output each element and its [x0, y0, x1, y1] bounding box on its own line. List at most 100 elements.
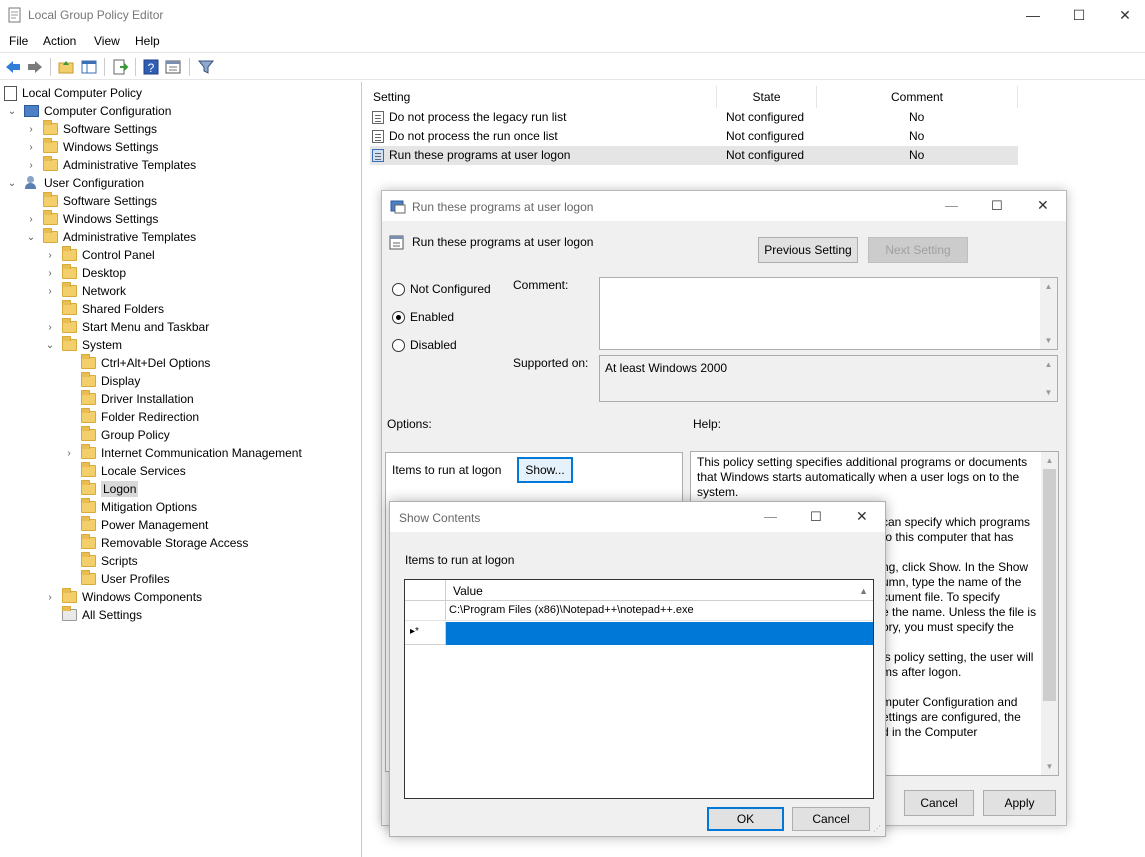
radio-not-configured[interactable]: Not Configured [392, 282, 491, 296]
radio-enabled[interactable]: Enabled [392, 310, 454, 324]
chevron-right-icon[interactable]: › [25, 142, 37, 153]
tree-node-removable-storage[interactable]: Removable Storage Access [63, 534, 248, 552]
tree-node-uc-software-settings[interactable]: Software Settings [25, 192, 157, 210]
back-arrow-icon[interactable] [4, 58, 22, 76]
tree-node-power-management[interactable]: Power Management [63, 516, 208, 534]
apply-button[interactable]: Apply [983, 790, 1056, 816]
tree-node-scripts[interactable]: Scripts [63, 552, 138, 570]
help-icon[interactable]: ? [142, 58, 160, 76]
chevron-right-icon[interactable]: › [63, 448, 75, 459]
tree-node-all-settings[interactable]: All Settings [44, 606, 142, 624]
chevron-right-icon[interactable]: › [25, 160, 37, 171]
chevron-right-icon[interactable]: › [44, 592, 56, 603]
resize-grip-icon[interactable]: ⋰ [873, 824, 883, 834]
tree-node-uc-admin-templates[interactable]: ⌄ Administrative Templates [25, 228, 196, 246]
open-folder-icon [81, 480, 96, 495]
tree-node-folder-redirection[interactable]: Folder Redirection [63, 408, 199, 426]
show-hide-tree-icon[interactable] [80, 58, 98, 76]
policy-cancel-button[interactable]: Cancel [904, 790, 974, 816]
tree-node-start-menu[interactable]: › Start Menu and Taskbar [44, 318, 209, 336]
grid-new-row[interactable]: ▸* [405, 622, 873, 645]
close-button[interactable]: ✕ [856, 508, 868, 525]
tree-node-windows-components[interactable]: › Windows Components [44, 588, 202, 606]
help-line: system. [697, 485, 739, 499]
tree-node-display[interactable]: Display [63, 372, 140, 390]
chevron-right-icon[interactable]: › [25, 214, 37, 225]
tree-node-cc-software-settings[interactable]: › Software Settings [25, 120, 157, 138]
chevron-down-icon[interactable]: ⌄ [44, 340, 56, 351]
tree-node-network[interactable]: › Network [44, 282, 126, 300]
comment-scrollbar[interactable]: ▲ ▼ [1040, 278, 1057, 349]
list-row[interactable]: Do not process the run once list Not con… [370, 127, 1018, 146]
next-setting-button[interactable]: Next Setting [868, 237, 968, 263]
tree-node-mitigation-options[interactable]: Mitigation Options [63, 498, 197, 516]
tree-node-user-configuration[interactable]: ⌄ User Configuration [6, 174, 144, 192]
user-icon [24, 176, 39, 190]
tree-node-driver-installation[interactable]: Driver Installation [63, 390, 194, 408]
new-value-cell[interactable] [446, 622, 873, 645]
previous-setting-button[interactable]: Previous Setting [758, 237, 858, 263]
grid-row[interactable]: C:\Program Files (x86)\Notepad++\notepad… [405, 601, 873, 621]
properties-view-icon[interactable] [164, 58, 182, 76]
show-button[interactable]: Show... [517, 457, 573, 483]
tree-node-user-profiles[interactable]: User Profiles [63, 570, 170, 588]
chevron-down-icon[interactable]: ⌄ [6, 106, 18, 117]
column-header-state[interactable]: State [717, 86, 817, 108]
chevron-right-icon[interactable]: › [44, 286, 56, 297]
folder-icon [81, 498, 96, 513]
list-row-selected[interactable]: Run these programs at user logon Not con… [370, 146, 1018, 165]
filter-icon[interactable] [197, 58, 215, 76]
maximize-button[interactable]: ☐ [1056, 0, 1102, 30]
column-header-comment[interactable]: Comment [817, 86, 1018, 108]
menu-action[interactable]: Action [43, 34, 76, 48]
tree-node-logon[interactable]: Logon [63, 480, 139, 498]
comment-textarea[interactable]: ▲ ▼ [599, 277, 1058, 350]
menu-view[interactable]: View [94, 34, 120, 48]
chevron-right-icon[interactable]: › [44, 322, 56, 333]
maximize-button[interactable]: ☐ [810, 509, 822, 525]
tree-node-cc-windows-settings[interactable]: › Windows Settings [25, 138, 158, 156]
close-button[interactable]: ✕ [1037, 197, 1049, 214]
chevron-down-icon[interactable]: ⌄ [6, 178, 18, 189]
setting-heading: Run these programs at user logon [412, 235, 594, 249]
tree-node-control-panel[interactable]: › Control Panel [44, 246, 155, 264]
tree-node-cc-admin-templates[interactable]: › Administrative Templates [25, 156, 196, 174]
tree-node-ctrl-alt-del[interactable]: Ctrl+Alt+Del Options [63, 354, 210, 372]
minimize-button[interactable]: — [945, 198, 958, 213]
chevron-right-icon[interactable]: › [25, 124, 37, 135]
menu-help[interactable]: Help [135, 34, 160, 48]
up-folder-icon[interactable] [57, 58, 75, 76]
tree-node-computer-configuration[interactable]: ⌄ Computer Configuration [6, 102, 172, 120]
help-scrollbar[interactable]: ▲ ▼ [1041, 452, 1058, 775]
minimize-button[interactable]: — [764, 509, 777, 524]
export-list-icon[interactable] [111, 58, 129, 76]
radio-disabled[interactable]: Disabled [392, 338, 457, 352]
forward-arrow-icon[interactable] [26, 58, 44, 76]
tree-node-desktop[interactable]: › Desktop [44, 264, 126, 282]
maximize-button[interactable]: ☐ [991, 198, 1003, 214]
tree-pane: Local Computer Policy ⌄ Computer Configu… [0, 82, 362, 857]
chevron-right-icon[interactable]: › [44, 250, 56, 261]
list-row[interactable]: Do not process the legacy run list Not c… [370, 108, 1018, 127]
folder-icon [62, 336, 77, 351]
show-cancel-button[interactable]: Cancel [792, 807, 870, 831]
tree-node-group-policy[interactable]: Group Policy [63, 426, 170, 444]
column-header-setting[interactable]: Setting [366, 86, 717, 108]
supported-scrollbar[interactable]: ▲ ▼ [1040, 356, 1057, 401]
close-button[interactable]: ✕ [1102, 0, 1145, 30]
tree-node-system[interactable]: ⌄ System [44, 336, 122, 354]
chevron-right-icon[interactable]: › [44, 268, 56, 279]
ok-button[interactable]: OK [707, 807, 784, 831]
values-grid: Value ▲ C:\Program Files (x86)\Notepad++… [404, 579, 874, 799]
chevron-down-icon[interactable]: ⌄ [25, 232, 37, 243]
tree-node-uc-windows-settings[interactable]: › Windows Settings [25, 210, 158, 228]
menu-file[interactable]: File [9, 34, 28, 48]
tree-node-local-computer-policy[interactable]: Local Computer Policy [4, 84, 142, 102]
tree-node-shared-folders[interactable]: Shared Folders [44, 300, 164, 318]
list-header: Setting State Comment [366, 86, 1018, 108]
help-scroll-thumb[interactable] [1043, 469, 1056, 701]
column-header-value[interactable]: Value [453, 584, 483, 598]
minimize-button[interactable]: — [1010, 0, 1056, 30]
tree-node-internet-communication[interactable]: › Internet Communication Management [63, 444, 302, 462]
tree-node-locale-services[interactable]: Locale Services [63, 462, 186, 480]
